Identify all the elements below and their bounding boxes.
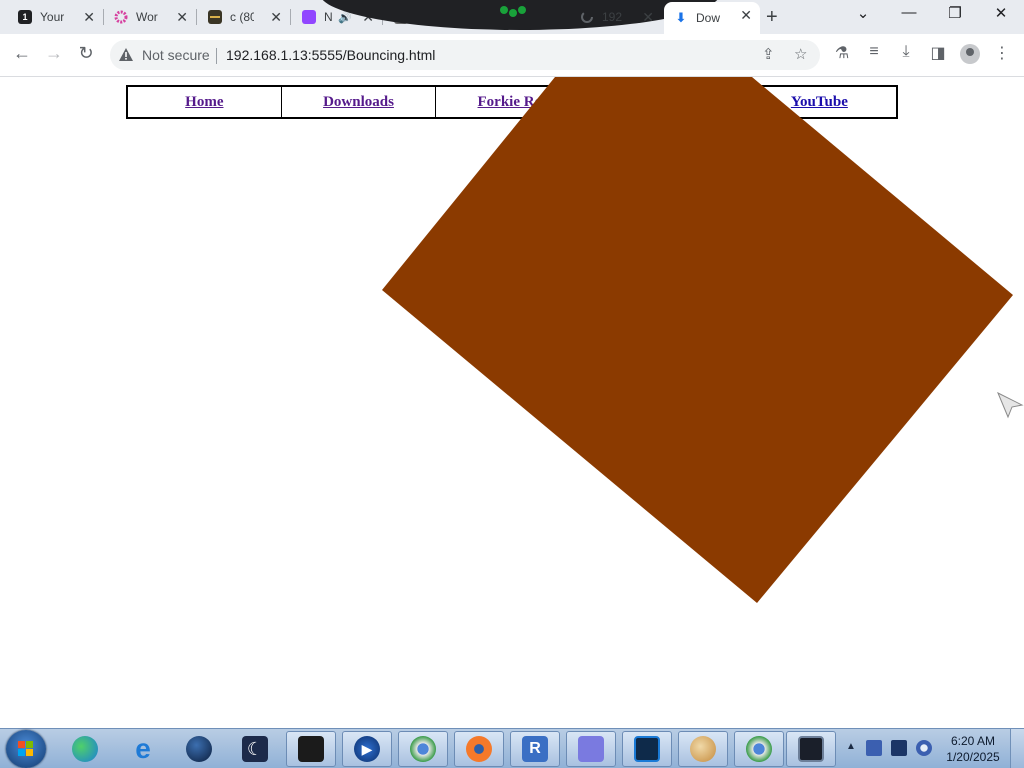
- terminal-icon: [208, 10, 222, 24]
- tab-3[interactable]: c (80 ✕: [198, 4, 290, 30]
- new-tab-button[interactable]: +: [766, 6, 778, 29]
- play-icon: ▶: [354, 736, 380, 762]
- download-icon: ⬇: [675, 10, 687, 25]
- tab-1[interactable]: 1 Your ✕: [8, 4, 103, 30]
- clock-time: 6:20 AM: [950, 734, 996, 748]
- profile-avatar[interactable]: [960, 44, 980, 64]
- divider: [216, 48, 217, 64]
- reload-button[interactable]: ↻: [75, 43, 97, 64]
- ie-taskbar-button[interactable]: e: [118, 731, 168, 767]
- close-icon[interactable]: ✕: [642, 9, 654, 25]
- clock-date: 1/20/2025: [946, 750, 1000, 764]
- tab-title: Your: [40, 10, 64, 24]
- chrome-icon: [410, 736, 436, 762]
- media-queue-icon[interactable]: ≡: [864, 43, 884, 61]
- labs-flask-icon[interactable]: ⚗: [832, 43, 852, 63]
- tab-strip: 1 Your ✕ Wor ✕ c (80 ✕ N 🔊 ✕ Py 192: [0, 0, 1024, 34]
- tab-7[interactable]: 192 ✕: [570, 4, 662, 30]
- twitch-icon: [302, 10, 316, 24]
- close-icon[interactable]: ✕: [270, 9, 282, 25]
- tab-2[interactable]: Wor ✕: [104, 4, 196, 30]
- side-panel-icon[interactable]: ◨: [928, 43, 948, 63]
- app-taskbar-button[interactable]: [174, 731, 224, 767]
- start-button[interactable]: [6, 730, 46, 768]
- security-label[interactable]: Not secure: [142, 47, 210, 63]
- mouse-cursor-icon: [997, 391, 1024, 419]
- tab-title: N: [324, 10, 333, 24]
- chrome-2-taskbar-button[interactable]: [734, 731, 784, 767]
- address-bar[interactable]: Not secure 192.168.1.13:5555/Bouncing.ht…: [110, 40, 820, 70]
- blender-icon: [466, 736, 492, 762]
- pink-flower-icon: [114, 10, 128, 24]
- tab-title: 192: [602, 10, 623, 24]
- terminal-box-icon: [298, 736, 324, 762]
- globe-icon: [186, 736, 212, 762]
- browser-toolbar: ← → ↻ Not secure 192.168.1.13:5555/Bounc…: [0, 34, 1024, 77]
- bouncing-square: [382, 77, 1013, 603]
- menu-kebab-icon[interactable]: ⋮: [992, 43, 1012, 63]
- show-desktop-button[interactable]: [1010, 729, 1024, 768]
- paint-taskbar-button[interactable]: [678, 731, 728, 767]
- forward-button[interactable]: →: [43, 43, 65, 64]
- green-icon: [500, 6, 526, 17]
- paint-palette-icon: [690, 736, 716, 762]
- video-screen-icon: [798, 736, 824, 762]
- close-window-button[interactable]: ✕: [991, 4, 1011, 22]
- moon-app-taskbar-button[interactable]: ☾: [230, 731, 280, 767]
- volume-tray-icon[interactable]: [916, 740, 932, 756]
- bird-icon: [578, 736, 604, 762]
- chrome-taskbar-button[interactable]: [398, 731, 448, 767]
- close-icon[interactable]: ✕: [740, 7, 752, 23]
- url-text[interactable]: 192.168.1.13:5555/Bouncing.html: [226, 47, 435, 63]
- share-icon[interactable]: ⇪: [762, 45, 775, 63]
- r-app-icon: R: [522, 736, 548, 762]
- monitor-app-taskbar-button[interactable]: [622, 731, 672, 767]
- video-app-taskbar-button[interactable]: [786, 731, 836, 767]
- star-icon[interactable]: ☆: [794, 45, 807, 63]
- web-page: Home Downloads Forkie Rec YouTube: [0, 77, 1024, 728]
- close-icon[interactable]: ✕: [176, 9, 188, 25]
- network-tray-icon[interactable]: [866, 740, 882, 756]
- edge-taskbar-button[interactable]: [60, 731, 110, 767]
- back-button[interactable]: ←: [11, 43, 33, 64]
- tray-expand-icon[interactable]: ▲: [846, 741, 856, 752]
- media-player-taskbar-button[interactable]: ▶: [342, 731, 392, 767]
- moon-icon: ☾: [242, 736, 268, 762]
- blender-taskbar-button[interactable]: [454, 731, 504, 767]
- warning-icon[interactable]: [118, 47, 134, 63]
- restore-button[interactable]: ❐: [945, 4, 965, 22]
- bird-app-taskbar-button[interactable]: [566, 731, 616, 767]
- tab-title: Dow: [696, 11, 720, 25]
- windows-flag-icon: [18, 741, 33, 756]
- edge-icon: [72, 736, 98, 762]
- tab-search-button[interactable]: ⌄: [853, 4, 873, 22]
- minimize-button[interactable]: —: [899, 4, 919, 21]
- rider-taskbar-button[interactable]: R: [510, 731, 560, 767]
- internet-explorer-icon: e: [135, 733, 151, 764]
- tab-title: Wor: [136, 10, 158, 24]
- system-clock[interactable]: 6:20 AM 1/20/2025: [940, 733, 1006, 765]
- number-one-icon: 1: [18, 10, 32, 24]
- monitor-icon: [634, 736, 660, 762]
- chrome-icon: [746, 736, 772, 762]
- display-tray-icon[interactable]: [891, 740, 907, 756]
- terminal-taskbar-button[interactable]: [286, 731, 336, 767]
- close-icon[interactable]: ✕: [83, 9, 95, 25]
- tab-title: c (80: [230, 10, 254, 24]
- downloads-icon[interactable]: ⤓: [896, 43, 916, 61]
- loading-icon: [580, 10, 594, 24]
- taskbar: e ☾ ▶ R ▲ 6:20 AM 1/20/2025: [0, 728, 1024, 768]
- tab-8-active[interactable]: ⬇ Dow ✕: [664, 2, 760, 34]
